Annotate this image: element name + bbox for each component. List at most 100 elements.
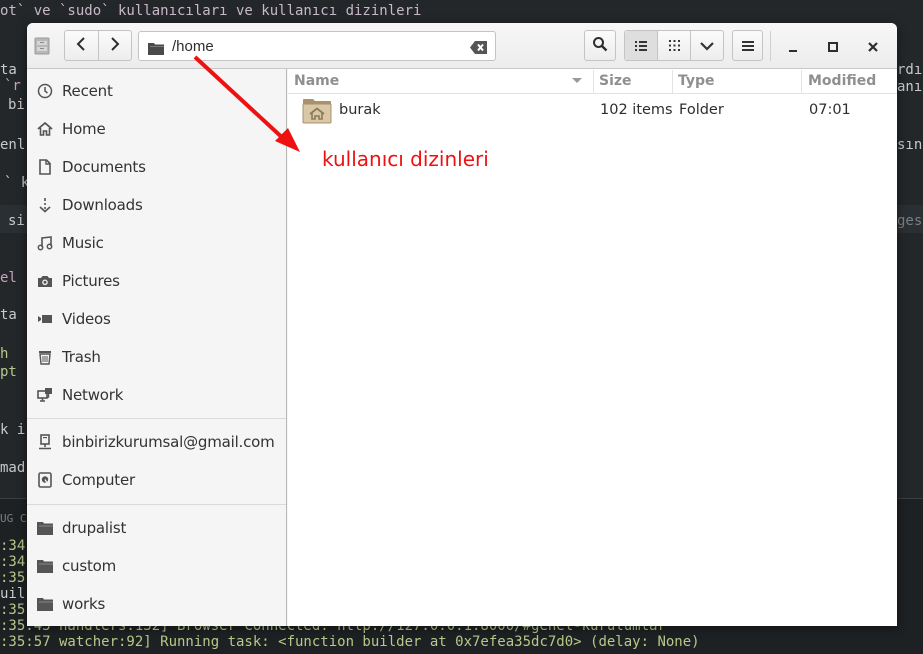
chevron-left-icon	[76, 36, 86, 55]
terminal-fragment: sınd	[897, 137, 923, 153]
sidebar-item-label: Pictures	[62, 272, 120, 290]
column-divider[interactable]	[672, 70, 673, 93]
terminal-fragment: ges	[897, 213, 923, 229]
search-icon	[592, 36, 608, 56]
grid-view-icon	[668, 36, 680, 55]
column-divider[interactable]	[801, 70, 802, 93]
sidebar-item-trash[interactable]: Trash	[27, 338, 286, 376]
sidebar-item-label: drupalist	[62, 519, 127, 537]
sidebar-item-label: works	[62, 595, 106, 613]
sidebar-item-videos[interactable]: Videos	[27, 300, 286, 338]
sidebar-item-label: custom	[62, 557, 117, 575]
sidebar-item-online-account[interactable]: binbirizkurumsal@gmail.com	[27, 423, 286, 461]
terminal-fragment: k i	[0, 422, 26, 438]
music-note-icon	[37, 235, 53, 251]
terminal-fragment: h	[0, 346, 9, 362]
sidebar-item-bookmark-drupalist[interactable]: drupalist	[27, 509, 286, 547]
file-name: burak	[339, 102, 381, 118]
hamburger-menu-icon	[741, 36, 754, 55]
file-manager-window: /home Recent Home Documents Downloads Mu…	[27, 23, 897, 626]
sidebar-item-network[interactable]: Network	[27, 376, 286, 414]
headerbar: /home	[27, 23, 897, 69]
sidebar: Recent Home Documents Downloads Music Pi…	[27, 69, 287, 626]
network-icon	[37, 387, 53, 403]
home-icon	[37, 121, 53, 137]
view-options-button[interactable]	[689, 31, 723, 60]
video-camera-icon	[37, 311, 53, 327]
annotation-text: kullanıcı dizinleri	[322, 147, 489, 171]
backspace-clear-icon[interactable]	[470, 39, 487, 58]
home-folder-icon	[302, 98, 332, 128]
chevron-down-icon	[700, 36, 714, 55]
sidebar-item-label: Computer	[62, 471, 135, 489]
location-bar[interactable]: /home	[138, 31, 496, 61]
folder-icon	[37, 520, 53, 536]
headerbar-separator	[770, 31, 771, 61]
search-button[interactable]	[584, 30, 616, 61]
terminal-fragment: `r	[4, 78, 21, 94]
forward-button[interactable]	[97, 31, 131, 60]
close-icon	[868, 37, 878, 56]
terminal-fragment: rdı	[897, 62, 923, 78]
maximize-button[interactable]	[822, 35, 844, 57]
terminal-fragment: pt	[0, 364, 17, 380]
sidebar-item-label: Recent	[62, 82, 113, 100]
log-line: :35:57 watcher:92] Running task: <functi…	[0, 634, 700, 650]
column-header-size[interactable]: Size	[599, 73, 632, 89]
terminal-fragment: mad	[0, 460, 26, 476]
column-header-type[interactable]: Type	[678, 73, 715, 89]
grid-view-button[interactable]	[657, 31, 689, 60]
location-path[interactable]: /home	[172, 38, 214, 55]
chevron-right-icon	[110, 36, 120, 55]
sidebar-item-home[interactable]: Home	[27, 110, 286, 148]
sidebar-item-label: Music	[62, 234, 104, 252]
file-cabinet-icon[interactable]	[34, 37, 50, 55]
list-view-icon	[635, 36, 648, 55]
file-size: 102 items	[600, 102, 673, 118]
clock-icon	[37, 83, 53, 99]
close-button[interactable]	[862, 35, 884, 57]
file-modified: 07:01	[809, 102, 851, 118]
terminal-fragment: ` k	[4, 175, 30, 191]
terminal-fragment: enl	[0, 137, 26, 153]
folder-icon	[37, 558, 53, 574]
maximize-icon	[828, 37, 838, 56]
document-icon	[37, 159, 53, 175]
sidebar-item-label: Home	[62, 120, 106, 138]
sidebar-item-computer[interactable]: Computer	[27, 461, 286, 499]
sidebar-item-pictures[interactable]: Pictures	[27, 262, 286, 300]
sort-descending-icon	[572, 78, 582, 83]
sidebar-item-bookmark-works[interactable]: works	[27, 585, 286, 623]
sidebar-item-label: Trash	[62, 348, 101, 366]
minimize-button[interactable]	[782, 35, 804, 57]
terminal-fragment: ta	[0, 307, 17, 323]
file-row[interactable]: burak 102 items Folder 07:01	[288, 94, 897, 127]
folder-icon	[37, 596, 53, 612]
sidebar-item-label: Network	[62, 386, 124, 404]
sidebar-item-documents[interactable]: Documents	[27, 148, 286, 186]
trash-icon	[37, 349, 53, 365]
navigation-buttons	[64, 30, 132, 61]
harddisk-icon	[37, 472, 53, 488]
sidebar-item-recent[interactable]: Recent	[27, 72, 286, 110]
sidebar-item-label: Videos	[62, 310, 111, 328]
list-view-button[interactable]	[625, 31, 658, 60]
sidebar-item-music[interactable]: Music	[27, 224, 286, 262]
sidebar-item-bookmark-custom[interactable]: custom	[27, 547, 286, 585]
column-header-modified[interactable]: Modified	[808, 73, 876, 89]
sidebar-separator	[27, 504, 286, 505]
sidebar-item-label: binbirizkurumsal@gmail.com	[62, 433, 275, 451]
view-mode-buttons	[624, 30, 724, 61]
terminal-fragment: bi	[8, 97, 25, 113]
sidebar-item-downloads[interactable]: Downloads	[27, 186, 286, 224]
column-divider[interactable]	[593, 70, 594, 93]
column-header-name[interactable]: Name	[294, 73, 339, 89]
terminal-fragment: el	[0, 270, 17, 286]
column-headers: Name Size Type Modified	[288, 69, 897, 94]
back-button[interactable]	[65, 31, 98, 60]
minimize-icon	[788, 37, 798, 56]
terminal-fragment: si	[8, 213, 25, 229]
menu-button[interactable]	[732, 30, 763, 61]
folder-icon	[148, 40, 164, 55]
download-icon	[37, 197, 53, 213]
